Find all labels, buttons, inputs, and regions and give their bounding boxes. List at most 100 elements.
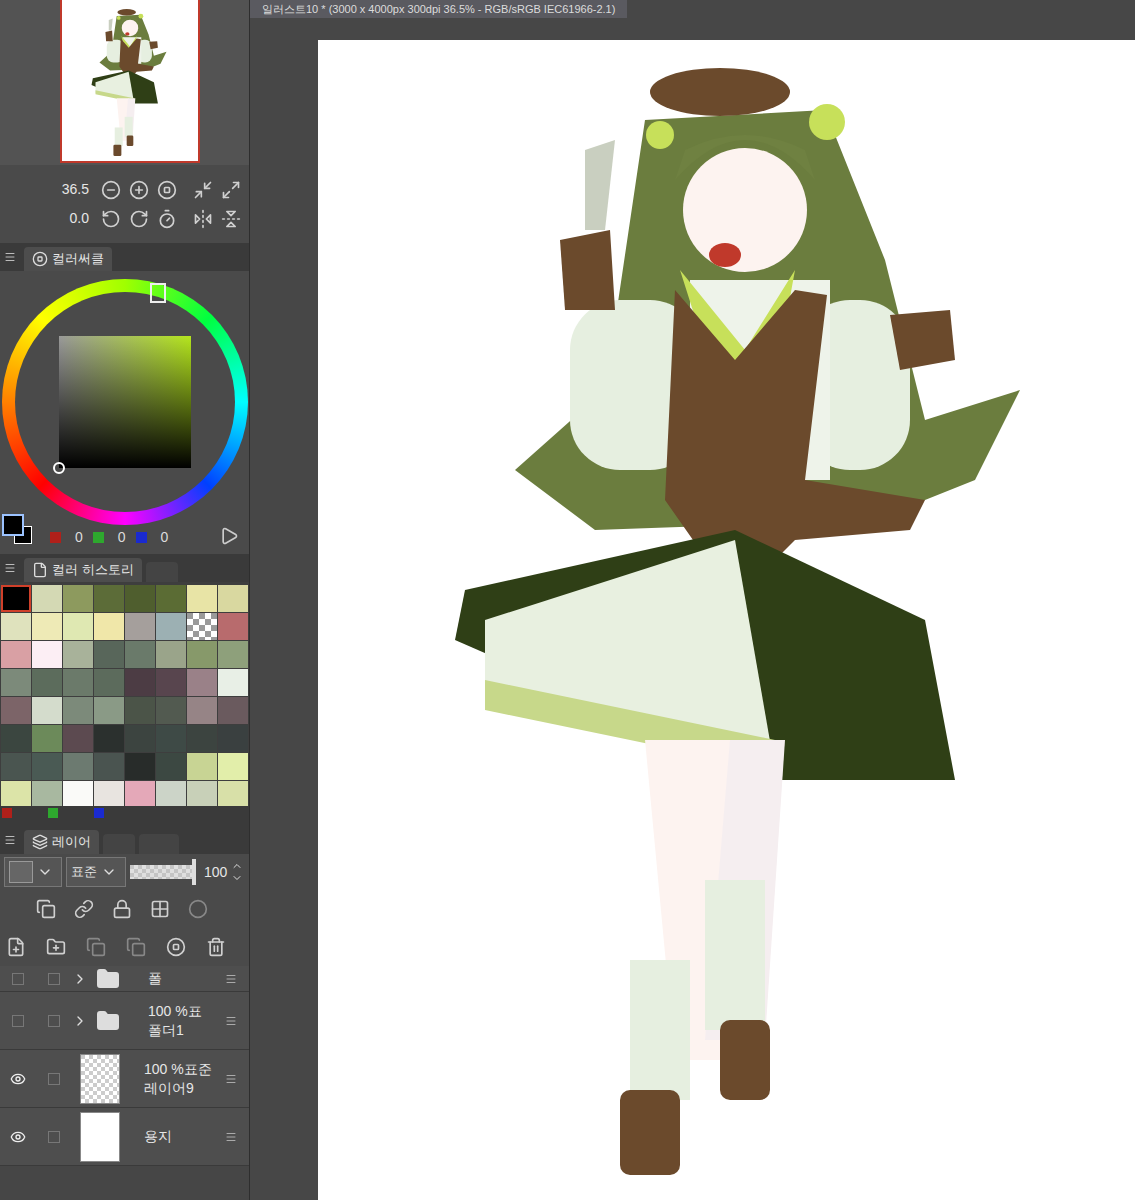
color-swatch[interactable]	[63, 781, 93, 806]
fit-icon[interactable]	[193, 180, 213, 200]
color-swatch[interactable]	[218, 585, 248, 612]
color-swatch[interactable]	[218, 725, 248, 752]
color-swatch[interactable]	[156, 781, 186, 806]
color-swatch[interactable]	[32, 725, 62, 752]
rotate-right-icon[interactable]	[129, 209, 149, 229]
clip-icon[interactable]	[36, 899, 56, 919]
canvas[interactable]	[318, 40, 1135, 1200]
color-swatch[interactable]	[125, 725, 155, 752]
reference-icon[interactable]	[74, 899, 94, 919]
panel-menu-icon[interactable]	[4, 251, 16, 263]
color-swatch[interactable]	[32, 781, 62, 806]
main-color-chip[interactable]	[2, 514, 24, 536]
opacity-value[interactable]: 100	[204, 862, 227, 883]
color-swatch[interactable]	[94, 613, 124, 640]
color-swatch[interactable]	[156, 753, 186, 780]
rotate-left-icon[interactable]	[101, 209, 121, 229]
zoom-value[interactable]: 36.5	[62, 179, 89, 200]
color-swatch[interactable]	[156, 725, 186, 752]
color-swatch[interactable]	[125, 613, 155, 640]
color-swatch[interactable]	[94, 585, 124, 612]
zoom-in-icon[interactable]	[129, 180, 149, 200]
color-swatch[interactable]	[187, 781, 217, 806]
color-swatch[interactable]	[218, 697, 248, 724]
rotation-value[interactable]: 0.0	[70, 208, 89, 229]
visibility-toggle[interactable]	[0, 1129, 36, 1145]
visibility-toggle[interactable]	[0, 1071, 36, 1087]
panel-tab[interactable]: 레이어	[24, 830, 99, 854]
actual-size-icon[interactable]	[157, 180, 177, 200]
color-swatch[interactable]	[125, 585, 155, 612]
color-swatch[interactable]	[94, 781, 124, 806]
flip-horizontal-icon[interactable]	[193, 209, 213, 229]
delete-layer-icon[interactable]	[206, 937, 226, 957]
color-swatch[interactable]	[1, 669, 31, 696]
color-picker-dot[interactable]	[53, 462, 65, 474]
color-swatch[interactable]	[94, 641, 124, 668]
fill-icon[interactable]	[221, 180, 241, 200]
layer-row[interactable]: 100 %표폴더1	[0, 992, 249, 1050]
color-swatch[interactable]	[218, 613, 248, 640]
color-swatch[interactable]	[218, 753, 248, 780]
color-swatch[interactable]	[187, 753, 217, 780]
color-swatch[interactable]	[156, 641, 186, 668]
color-swatch[interactable]	[94, 725, 124, 752]
visibility-toggle[interactable]	[0, 973, 36, 985]
color-swatch[interactable]	[156, 669, 186, 696]
panel-menu-icon[interactable]	[4, 562, 16, 574]
color-swatch[interactable]	[32, 613, 62, 640]
layer-mask-icon[interactable]	[166, 937, 186, 957]
color-swatch[interactable]	[32, 641, 62, 668]
color-swatch[interactable]	[187, 725, 217, 752]
color-swatch[interactable]	[187, 613, 217, 640]
blend-mode-dropdown[interactable]: 표준	[66, 857, 126, 887]
color-swatch[interactable]	[63, 641, 93, 668]
color-swatch[interactable]	[63, 585, 93, 612]
color-swatch[interactable]	[125, 753, 155, 780]
color-swatch[interactable]	[125, 697, 155, 724]
color-swatch[interactable]	[32, 753, 62, 780]
panel-menu-icon[interactable]	[4, 834, 16, 846]
color-swatch[interactable]	[1, 613, 31, 640]
color-swatch[interactable]	[187, 641, 217, 668]
color-swatch[interactable]	[32, 669, 62, 696]
transfer-icon[interactable]	[86, 937, 106, 957]
color-swatch[interactable]	[63, 725, 93, 752]
visibility-toggle[interactable]	[0, 1015, 36, 1027]
drag-handle-icon[interactable]	[225, 1015, 237, 1027]
opacity-slider[interactable]	[130, 865, 196, 879]
color-swatch[interactable]	[63, 669, 93, 696]
hue-handle[interactable]	[150, 283, 166, 303]
document-tab[interactable]: 일러스트10 * (3000 x 4000px 300dpi 36.5% - R…	[250, 0, 627, 18]
collapsed-icon[interactable]	[72, 1013, 88, 1029]
lock-transparency-icon[interactable]	[150, 899, 170, 919]
color-mode-icon[interactable]	[219, 526, 239, 546]
layer-row[interactable]: 용지	[0, 1108, 249, 1166]
color-swatch[interactable]	[125, 641, 155, 668]
secondary-tab[interactable]	[139, 834, 179, 854]
reset-rotation-icon[interactable]	[157, 209, 177, 229]
color-swatch[interactable]	[1, 697, 31, 724]
color-swatch[interactable]	[94, 697, 124, 724]
lock-icon[interactable]	[112, 899, 132, 919]
merge-icon[interactable]	[126, 937, 146, 957]
spinner-up-icon[interactable]	[231, 860, 243, 872]
color-swatch[interactable]	[1, 753, 31, 780]
secondary-tab[interactable]	[146, 562, 178, 582]
panel-tab[interactable]: 컬러써클	[24, 247, 112, 271]
color-swatch[interactable]	[156, 585, 186, 612]
layer-color-dropdown[interactable]	[4, 857, 62, 887]
color-swatch[interactable]	[218, 641, 248, 668]
color-swatch[interactable]	[156, 697, 186, 724]
color-swatch[interactable]	[125, 669, 155, 696]
drag-handle-icon[interactable]	[225, 973, 237, 985]
drag-handle-icon[interactable]	[225, 1073, 237, 1085]
layer-row[interactable]: 100 %표준레이어9	[0, 1050, 249, 1108]
color-swatch[interactable]	[218, 669, 248, 696]
new-folder-icon[interactable]	[46, 937, 66, 957]
spinner-down-icon[interactable]	[231, 872, 243, 884]
secondary-tab[interactable]	[103, 834, 135, 854]
color-swatch[interactable]	[94, 669, 124, 696]
collapsed-icon[interactable]	[72, 971, 88, 987]
color-swatch[interactable]	[187, 585, 217, 612]
